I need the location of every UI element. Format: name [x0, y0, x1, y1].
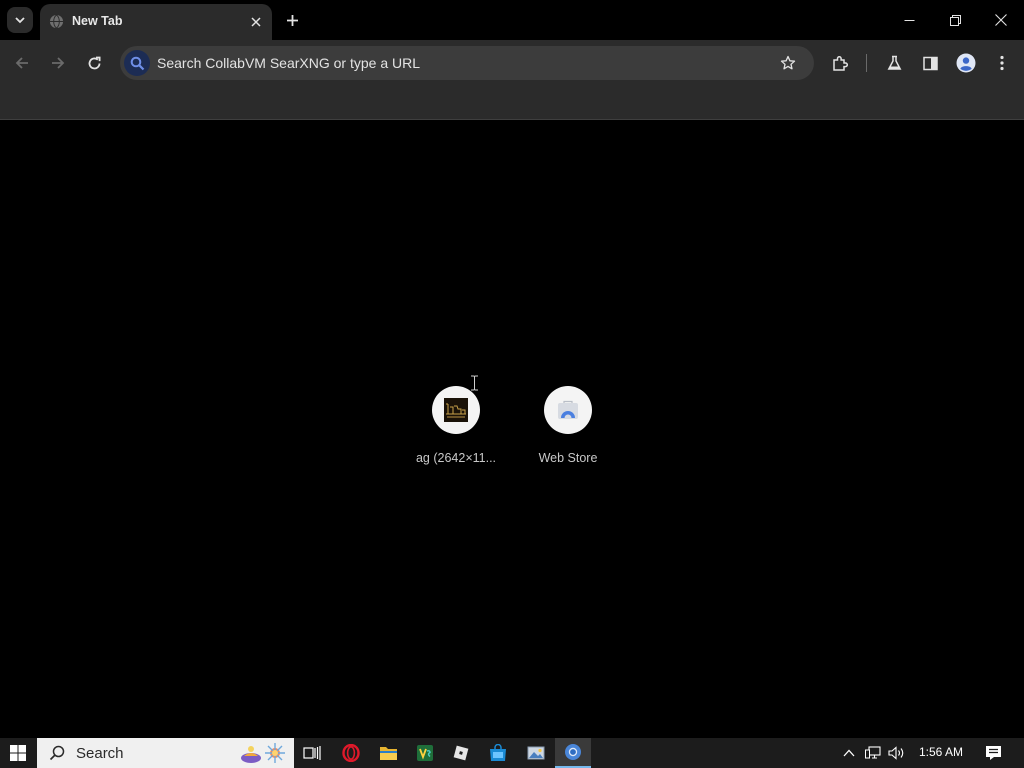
- volume-icon[interactable]: [888, 744, 906, 762]
- omnibox[interactable]: Search CollabVM SearXNG or type a URL: [120, 46, 814, 80]
- show-hidden-icons-button[interactable]: [840, 744, 858, 762]
- roblox-app[interactable]: [443, 738, 479, 768]
- start-button[interactable]: [0, 738, 36, 768]
- close-icon: [251, 17, 261, 27]
- close-icon: [995, 14, 1007, 26]
- taskbar-clock[interactable]: 1:56 AM: [912, 745, 970, 759]
- task-view-button[interactable]: [294, 738, 330, 768]
- network-icon[interactable]: [864, 744, 882, 762]
- microsoft-store-icon: [490, 744, 506, 761]
- search-highlight-icon: [241, 743, 285, 763]
- arrow-left-icon: [15, 57, 28, 69]
- plus-icon: [286, 14, 298, 26]
- shortcut-tile[interactable]: ag (2642×11...: [400, 384, 512, 474]
- avatar-icon: [956, 53, 976, 73]
- file-explorer-app[interactable]: [370, 738, 406, 768]
- windows-logo-icon: [10, 745, 26, 761]
- tab-close-button[interactable]: [245, 11, 267, 33]
- minimize-button[interactable]: [886, 0, 932, 40]
- reload-button[interactable]: [80, 49, 108, 77]
- chromium-app[interactable]: [555, 738, 591, 768]
- reload-icon: [88, 56, 100, 69]
- side-panel-icon: [922, 56, 938, 70]
- browser-toolbar: Search CollabVM SearXNG or type a URL: [0, 40, 1024, 86]
- roblox-icon: [453, 745, 469, 761]
- labs-button[interactable]: [880, 49, 908, 77]
- bookmarks-bar: [0, 86, 1024, 120]
- tab-new-tab[interactable]: New Tab: [40, 4, 272, 40]
- close-window-button[interactable]: [978, 0, 1024, 40]
- search-icon: [124, 50, 150, 76]
- back-button[interactable]: [8, 49, 36, 77]
- side-panel-button[interactable]: [916, 49, 944, 77]
- star-icon: [780, 55, 796, 70]
- shortcut-label: ag (2642×11...: [415, 451, 497, 465]
- kebab-menu-icon: [1000, 55, 1004, 71]
- windows-taskbar: Search 1:56 AM: [0, 738, 1024, 768]
- web-store-icon: [544, 386, 592, 434]
- profile-button[interactable]: [952, 49, 980, 77]
- chevron-down-icon: [15, 17, 25, 24]
- taskbar-search-label: Search: [76, 745, 124, 762]
- chevron-up-icon: [843, 749, 855, 757]
- folder-icon: [379, 747, 397, 760]
- action-center-button[interactable]: [978, 738, 1008, 768]
- restore-icon: [949, 14, 961, 26]
- globe-icon: [49, 14, 64, 29]
- text-cursor-icon: [471, 375, 478, 391]
- tab-strip: New Tab: [0, 0, 1024, 40]
- visual-studio-icon: [417, 745, 433, 761]
- puzzle-icon: [832, 55, 848, 71]
- restore-button[interactable]: [932, 0, 978, 40]
- extensions-button[interactable]: [826, 49, 854, 77]
- chromium-icon: [565, 744, 581, 760]
- photos-app[interactable]: [518, 738, 554, 768]
- bookmark-star-button[interactable]: [776, 51, 800, 75]
- flask-icon: [887, 55, 901, 70]
- search-icon: [49, 745, 65, 761]
- new-tab-page: ag (2642×11... Web Store: [0, 121, 1024, 738]
- toolbar-separator: [866, 54, 867, 72]
- photos-icon: [527, 746, 545, 760]
- task-view-icon: [303, 746, 321, 760]
- taskbar-search-box[interactable]: Search: [37, 738, 294, 768]
- notification-icon: [985, 746, 1001, 760]
- forward-button[interactable]: [44, 49, 72, 77]
- new-tab-button[interactable]: [280, 8, 304, 32]
- microsoft-store-app[interactable]: [480, 738, 516, 768]
- image-thumbnail-icon: [432, 386, 480, 434]
- arrow-right-icon: [52, 57, 65, 69]
- shortcut-tile[interactable]: Web Store: [512, 384, 624, 474]
- minimize-icon: [904, 19, 914, 21]
- browser-menu-button[interactable]: [988, 49, 1016, 77]
- opera-app[interactable]: [333, 738, 369, 768]
- shortcut-label: Web Store: [538, 451, 598, 465]
- tab-search-button[interactable]: [7, 7, 33, 33]
- tab-title: New Tab: [72, 14, 123, 28]
- omnibox-placeholder[interactable]: Search CollabVM SearXNG or type a URL: [157, 55, 420, 71]
- opera-icon: [342, 744, 360, 762]
- visual-studio-app[interactable]: [407, 738, 443, 768]
